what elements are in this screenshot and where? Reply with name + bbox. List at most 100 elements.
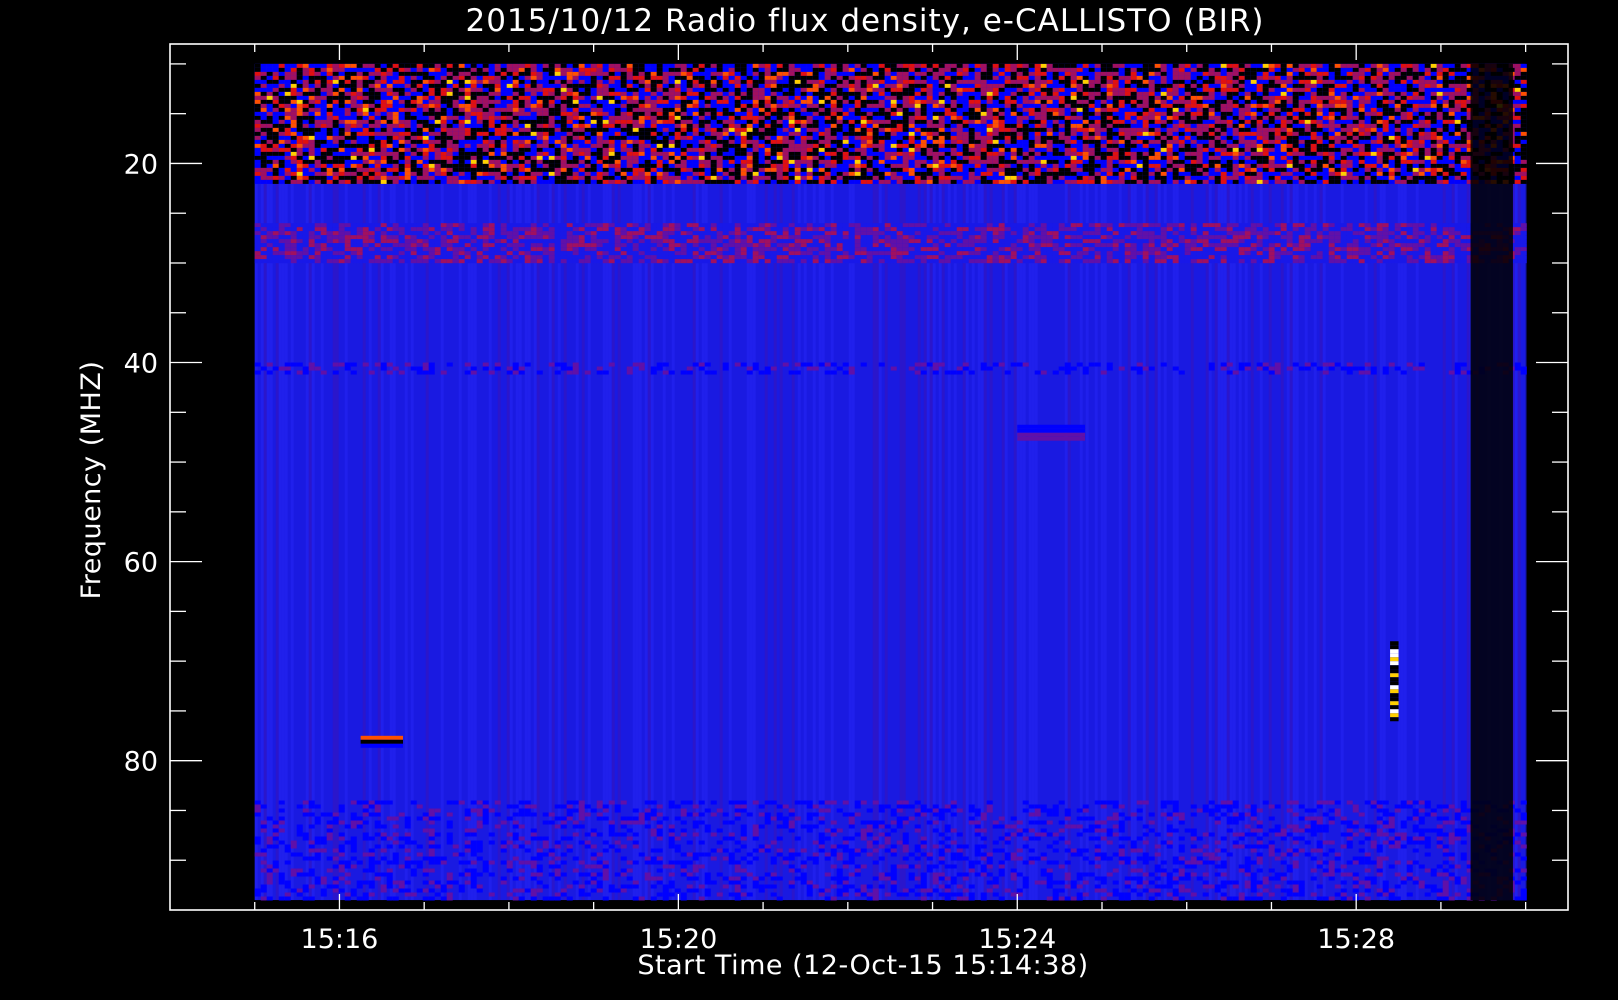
band-cell: [686, 147, 693, 152]
band-cell: [1172, 107, 1179, 112]
band-cell: [356, 107, 363, 112]
band-cell: [1190, 119, 1197, 124]
band-cell: [578, 127, 585, 132]
band-cell: [458, 67, 465, 72]
band-cell: [314, 83, 321, 88]
band-cell: [686, 79, 693, 84]
band-cell: [1238, 131, 1245, 136]
band-cell: [260, 119, 267, 124]
band-cell: [338, 87, 345, 92]
band-cell: [614, 115, 621, 120]
band-cell: [578, 67, 585, 72]
band-cell: [716, 75, 723, 80]
band-cell: [1016, 71, 1023, 76]
band-cell: [932, 111, 939, 116]
band-cell: [452, 79, 459, 84]
band-cell: [362, 143, 369, 148]
band-cell: [578, 95, 585, 100]
band-cell: [1406, 79, 1413, 84]
band-cell: [296, 83, 303, 88]
band-cell: [1370, 79, 1377, 84]
band-cell: [440, 75, 447, 80]
band-cell: [1268, 95, 1275, 100]
band-cell: [764, 83, 771, 88]
band-cell: [1430, 87, 1437, 92]
texture-stripe: [509, 63, 513, 901]
band-cell: [656, 99, 663, 104]
band-cell: [1364, 75, 1371, 80]
band-cell: [1406, 83, 1413, 88]
band-cell: [524, 147, 531, 152]
band-cell: [1346, 75, 1353, 80]
band-cell: [1334, 67, 1341, 72]
band-cell: [764, 75, 771, 80]
band-cell: [524, 143, 531, 148]
band-cell: [1394, 107, 1401, 112]
band-cell: [1370, 107, 1377, 112]
band-cell: [548, 127, 555, 132]
band-cell: [1430, 143, 1437, 148]
band-cell: [518, 75, 525, 80]
band-cell: [968, 91, 975, 96]
band-cell: [1304, 107, 1311, 112]
band-cell: [1514, 127, 1521, 132]
texture-stripe: [992, 63, 996, 901]
band-cell: [968, 87, 975, 92]
band-cell: [290, 127, 297, 132]
band-cell: [998, 139, 1005, 144]
band-cell: [1160, 123, 1167, 128]
band-cell: [608, 127, 615, 132]
band-cell: [284, 103, 291, 108]
band-cell: [1424, 83, 1431, 88]
band-cell: [260, 127, 267, 132]
band-cell: [1082, 135, 1089, 140]
band-cell: [986, 131, 993, 136]
band-cell: [644, 91, 651, 96]
band-cell: [326, 115, 333, 120]
band-cell: [1298, 115, 1305, 120]
band-cell: [1310, 71, 1317, 76]
band-cell: [1358, 99, 1365, 104]
band-cell: [1412, 75, 1419, 80]
band-cell: [1148, 127, 1155, 132]
band-cell: [1454, 131, 1461, 136]
band-cell: [1286, 79, 1293, 84]
band-cell: [1346, 107, 1353, 112]
band-cell: [1256, 119, 1263, 124]
band-cell: [278, 95, 285, 100]
band-cell: [722, 143, 729, 148]
band-cell: [542, 143, 549, 148]
band-cell: [824, 115, 831, 120]
band-cell: [1160, 103, 1167, 108]
band-cell: [434, 87, 441, 92]
band-cell: [1148, 103, 1155, 108]
band-cell: [1376, 75, 1383, 80]
texture-stripe: [293, 63, 297, 901]
band-cell: [680, 143, 687, 148]
band-cell: [902, 123, 909, 128]
band-cell: [1328, 135, 1335, 140]
band-cell: [578, 139, 585, 144]
band-cell: [1322, 87, 1329, 92]
band-cell: [794, 135, 801, 140]
band-cell: [824, 87, 831, 92]
band-cell: [848, 127, 855, 132]
band-cell: [920, 123, 927, 128]
band-cell: [458, 87, 465, 92]
band-cell: [902, 99, 909, 104]
band-cell: [416, 139, 423, 144]
band-cell: [734, 75, 741, 80]
band-cell: [614, 107, 621, 112]
band-cell: [368, 119, 375, 124]
band-cell: [878, 111, 885, 116]
band-cell: [1232, 103, 1239, 108]
band-cell: [428, 131, 435, 136]
band-cell: [272, 111, 279, 116]
band-cell: [890, 95, 897, 100]
band-cell: [674, 95, 681, 100]
band-cell: [1196, 103, 1203, 108]
band-cell: [398, 119, 405, 124]
texture-stripe: [1052, 63, 1056, 901]
texture-stripe: [518, 63, 522, 901]
band-cell: [950, 143, 957, 148]
